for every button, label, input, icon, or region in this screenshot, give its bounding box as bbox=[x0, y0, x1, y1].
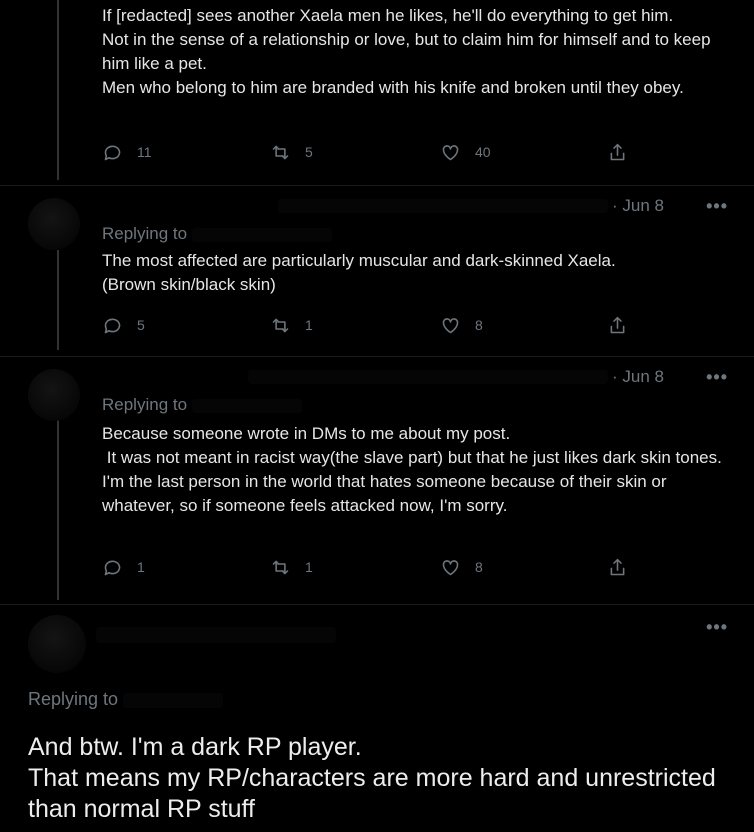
retweet-count: 1 bbox=[305, 317, 313, 333]
redacted-username bbox=[96, 627, 336, 643]
replying-label: Replying to bbox=[102, 224, 188, 243]
tweet-text: If [redacted] sees another Xaela men he … bbox=[102, 6, 711, 97]
retweet-count: 1 bbox=[305, 559, 313, 575]
replying-to: Replying to bbox=[102, 224, 332, 244]
share-icon bbox=[610, 558, 625, 575]
comment-icon bbox=[104, 560, 121, 575]
redacted-handle[interactable] bbox=[191, 398, 302, 413]
redacted-handle[interactable] bbox=[123, 692, 224, 708]
comment-icon bbox=[104, 145, 121, 160]
tweet-text: Because someone wrote in DMs to me about… bbox=[102, 424, 722, 515]
like-button[interactable]: 8 bbox=[440, 315, 483, 336]
retweet-icon bbox=[272, 318, 289, 332]
more-horizontal-icon[interactable]: ••• bbox=[706, 367, 728, 388]
tweet[interactable]: · Jun 8 ••• Replying to Because someone … bbox=[0, 356, 754, 596]
avatar[interactable] bbox=[28, 615, 86, 673]
tweet[interactable]: · Jun 8 ••• Replying to The most affecte… bbox=[0, 185, 754, 350]
tweet-text: The most affected are particularly muscu… bbox=[102, 251, 616, 294]
reply-count: 5 bbox=[137, 317, 145, 333]
retweet-button[interactable]: 1 bbox=[270, 557, 313, 578]
tweet-text: And btw. I'm a dark RP player. That mean… bbox=[28, 733, 716, 823]
tweet-actions: 1 1 8 bbox=[102, 555, 642, 579]
redacted-handle[interactable] bbox=[191, 227, 332, 242]
tweet-date[interactable]: · Jun 8 bbox=[612, 367, 664, 387]
more-horizontal-icon[interactable]: ••• bbox=[706, 196, 728, 217]
share-icon bbox=[610, 143, 625, 160]
tweet-header: · Jun 8 bbox=[102, 365, 664, 389]
retweet-button[interactable]: 1 bbox=[270, 315, 313, 336]
tweet-header: · Jun 8 bbox=[102, 194, 664, 218]
share-icon bbox=[610, 316, 625, 333]
retweet-icon bbox=[272, 145, 289, 159]
like-button[interactable]: 8 bbox=[440, 557, 483, 578]
reply-button[interactable]: 1 bbox=[102, 557, 145, 578]
replying-to: Replying to bbox=[28, 689, 224, 710]
reply-button[interactable]: 11 bbox=[102, 142, 152, 163]
retweet-count: 5 bbox=[305, 144, 313, 160]
tweet[interactable]: If [redacted] sees another Xaela men he … bbox=[0, 0, 754, 180]
tweet-actions: 5 1 8 bbox=[102, 313, 642, 337]
focused-tweet[interactable]: ••• Replying to And btw. I'm a dark RP p… bbox=[0, 604, 754, 832]
like-button[interactable]: 40 bbox=[440, 142, 491, 163]
like-count: 8 bbox=[475, 559, 483, 575]
heart-icon bbox=[442, 317, 459, 333]
share-button[interactable] bbox=[607, 315, 628, 336]
tweet-actions: 11 5 40 bbox=[102, 140, 642, 164]
retweet-button[interactable]: 5 bbox=[270, 142, 313, 163]
replying-label: Replying to bbox=[28, 689, 119, 709]
tweet-date[interactable]: · Jun 8 bbox=[612, 196, 664, 216]
replying-to: Replying to bbox=[102, 395, 302, 415]
reply-count: 1 bbox=[137, 559, 145, 575]
like-count: 40 bbox=[475, 144, 491, 160]
reply-button[interactable]: 5 bbox=[102, 315, 145, 336]
avatar[interactable] bbox=[28, 198, 80, 250]
more-horizontal-icon[interactable]: ••• bbox=[706, 617, 728, 638]
share-button[interactable] bbox=[607, 557, 628, 578]
avatar[interactable] bbox=[28, 369, 80, 421]
heart-icon bbox=[442, 559, 459, 575]
like-count: 8 bbox=[475, 317, 483, 333]
comment-icon bbox=[104, 318, 121, 333]
replying-label: Replying to bbox=[102, 395, 188, 414]
heart-icon bbox=[442, 144, 459, 160]
retweet-icon bbox=[272, 560, 289, 574]
share-button[interactable] bbox=[607, 142, 628, 163]
redacted-username bbox=[278, 199, 609, 213]
redacted-username bbox=[248, 370, 609, 384]
reply-count: 11 bbox=[137, 144, 152, 160]
